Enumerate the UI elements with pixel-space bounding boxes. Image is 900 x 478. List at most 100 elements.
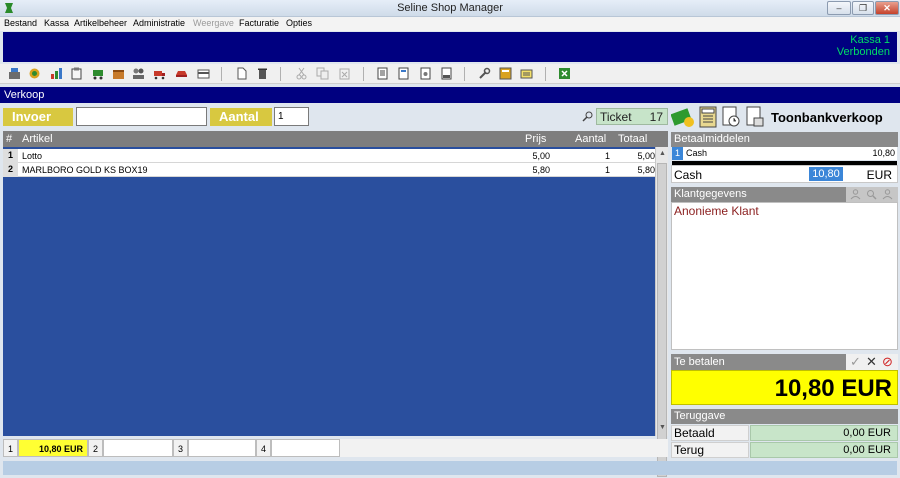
toolbar-separator — [221, 67, 222, 81]
ticket-tab-4-total[interactable] — [271, 439, 340, 457]
close-button[interactable]: ✕ — [875, 1, 899, 15]
customer-edit-icon[interactable] — [882, 189, 893, 200]
ticket-tab-1[interactable]: 1 — [3, 439, 18, 457]
cash-entry-row[interactable]: Cash 10,80 EUR — [671, 165, 898, 183]
toolbar-separator — [363, 67, 364, 81]
cell-aantal: 1 — [604, 151, 610, 161]
calculator-icon[interactable] — [698, 106, 718, 128]
card-icon[interactable] — [197, 67, 210, 80]
users-icon[interactable] — [132, 67, 145, 80]
cell-prijs: 5,80 — [532, 165, 550, 175]
ticket-tab-3[interactable]: 3 — [173, 439, 188, 457]
print-document-icon[interactable] — [745, 106, 765, 128]
trash-icon[interactable] — [256, 67, 269, 80]
confirm-icon[interactable]: ✓ — [850, 354, 861, 370]
ticket-tab-1-total[interactable]: 10,80 EUR — [18, 439, 88, 457]
ticket-number: 17 — [649, 110, 663, 124]
cell-aantal: 1 — [604, 165, 610, 175]
col-totaal-header[interactable]: Totaal — [618, 133, 647, 145]
ticket-tab-2[interactable]: 2 — [88, 439, 103, 457]
amount-due: 10,80 EUR — [671, 370, 898, 405]
connection-status: Verbonden — [836, 46, 890, 58]
ticket-label: Ticket — [600, 110, 632, 124]
menu-administratie[interactable]: Administratie — [133, 18, 185, 28]
terug-value: 0,00 EUR — [750, 442, 898, 458]
menu-kassa[interactable]: Kassa — [44, 18, 69, 28]
ticket-tab-4[interactable]: 4 — [256, 439, 271, 457]
customer-search-icon[interactable] — [866, 189, 877, 200]
toolbar-separator — [545, 67, 546, 81]
box-icon[interactable] — [112, 67, 125, 80]
payment-index: 1 — [672, 147, 683, 160]
table-row[interactable]: 2 MARLBORO GOLD KS BOX19 5,80 1 5,80 — [3, 163, 655, 177]
invoer-input[interactable] — [76, 107, 207, 126]
ticket-tab-2-total[interactable] — [103, 439, 173, 457]
clipboard-icon[interactable] — [70, 67, 83, 80]
row-number: 2 — [3, 163, 18, 177]
window-title: Seline Shop Manager — [397, 2, 503, 14]
truck-icon[interactable] — [153, 67, 166, 80]
invoer-label: Invoer — [3, 108, 73, 126]
register-banner: Kassa 1 Verbonden — [3, 32, 897, 62]
calculator-icon[interactable] — [499, 67, 512, 80]
teruggave-header: Teruggave — [671, 409, 898, 424]
section-bar: Verkoop — [0, 87, 900, 103]
te-betalen-header: Te betalen — [671, 354, 846, 370]
row-number: 1 — [3, 149, 18, 163]
col-aantal-header[interactable]: Aantal — [575, 133, 606, 145]
wrench-icon[interactable] — [478, 67, 491, 80]
col-artikel-header[interactable]: Artikel — [22, 133, 53, 145]
menu-weergave: Weergave — [193, 18, 234, 28]
betaalmiddelen-header: Betaalmiddelen — [671, 132, 898, 147]
car-icon[interactable] — [175, 67, 188, 80]
aantal-input[interactable] — [274, 107, 309, 126]
refresh-icon[interactable] — [28, 67, 41, 80]
minimize-button[interactable]: – — [827, 1, 851, 15]
cashier-icon[interactable] — [8, 67, 21, 80]
table-row[interactable]: 1 Lotto 5,00 1 5,00 — [3, 149, 655, 163]
cut-icon — [296, 67, 307, 80]
cash-icon[interactable] — [671, 106, 695, 128]
scroll-up-icon[interactable]: ▲ — [658, 150, 667, 159]
betaald-value: 0,00 EUR — [750, 425, 898, 441]
keyboard-icon[interactable] — [520, 67, 533, 80]
payment-name: Cash — [686, 148, 708, 158]
clock-document-icon[interactable] — [721, 106, 741, 128]
menu-bestand[interactable]: Bestand — [4, 18, 37, 28]
status-bar — [3, 461, 897, 475]
restore-button[interactable]: ❐ — [852, 1, 874, 15]
cash-currency: EUR — [866, 168, 892, 182]
ticket-tabs: 1 10,80 EUR 2 3 4 — [3, 439, 668, 457]
block-icon[interactable]: ⊘ — [882, 354, 893, 370]
ticket-tab-3-total[interactable] — [188, 439, 256, 457]
customer-select-icon[interactable] — [850, 189, 861, 200]
copy-icon — [316, 67, 329, 80]
col-prijs-header[interactable]: Prijs — [525, 133, 546, 145]
cell-prijs: 5,00 — [532, 151, 550, 161]
betaald-label: Betaald — [671, 425, 749, 441]
cash-amount-input[interactable]: 10,80 — [809, 167, 843, 181]
grid-scrollbar[interactable]: ▲ ▼ — [655, 147, 668, 477]
scroll-down-icon[interactable]: ▼ — [658, 424, 667, 433]
menu-opties[interactable]: Opties — [286, 18, 312, 28]
excel-icon[interactable] — [558, 67, 571, 80]
menu-facturatie[interactable]: Facturatie — [239, 18, 279, 28]
cancel-icon[interactable]: ✕ — [866, 354, 877, 370]
chart-icon[interactable] — [50, 67, 63, 80]
cell-totaal: 5,00 — [637, 151, 655, 161]
cart-icon[interactable] — [92, 67, 105, 80]
article-grid[interactable]: 1 Lotto 5,00 1 5,00 2 MARLBORO GOLD KS B… — [3, 147, 655, 436]
report-page-icon[interactable] — [419, 67, 432, 80]
toolbar — [0, 64, 900, 84]
cell-artikel: Lotto — [22, 151, 43, 161]
report-list-icon[interactable] — [397, 67, 410, 80]
new-document-icon[interactable] — [235, 67, 248, 80]
klantgegevens-header: Klantgegevens — [671, 187, 846, 202]
sale-mode-title: Toonbankverkoop — [771, 110, 883, 125]
report-icon[interactable] — [376, 67, 389, 80]
paste-icon — [339, 68, 350, 80]
customer-panel[interactable]: Anonieme Klant — [671, 202, 898, 350]
payment-row[interactable]: 1 Cash 10,80 — [672, 147, 897, 160]
menu-artikelbeheer[interactable]: Artikelbeheer — [74, 18, 127, 28]
report-print-icon[interactable] — [440, 67, 453, 80]
